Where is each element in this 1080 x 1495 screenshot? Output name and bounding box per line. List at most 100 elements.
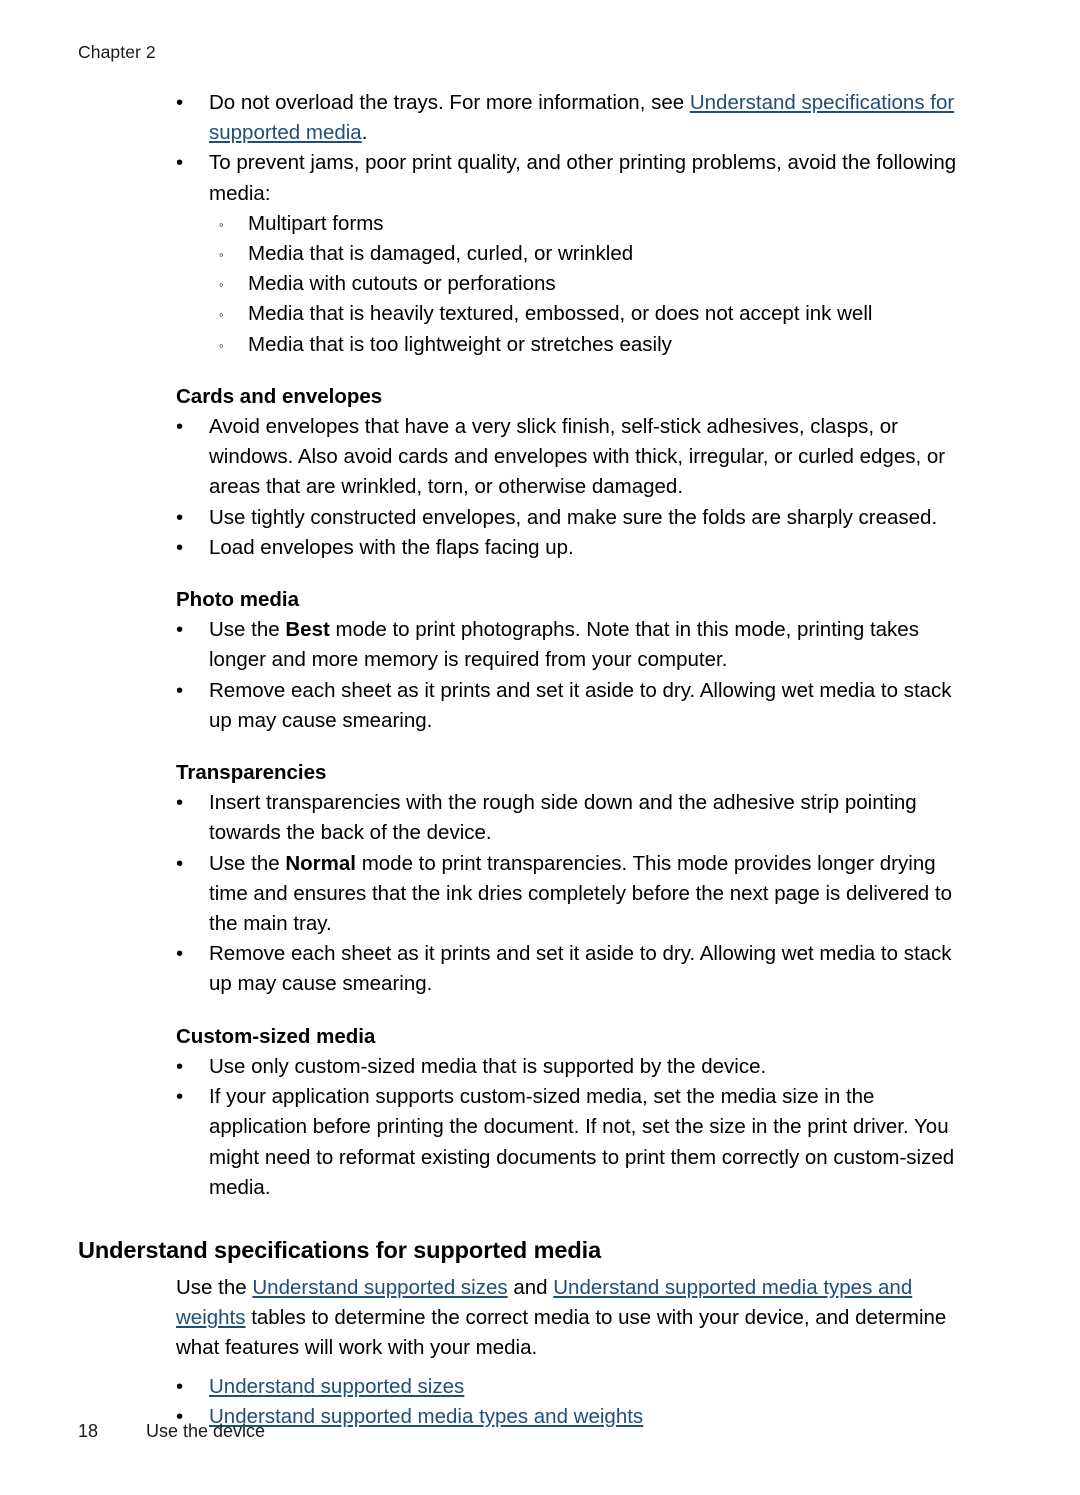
list-item-text: Use tightly constructed envelopes, and m… (209, 503, 978, 533)
footer-page-number: 18 (78, 1421, 99, 1441)
subsection-heading: Cards and envelopes (176, 384, 383, 408)
body-text: Use the (176, 1275, 253, 1299)
list-item-text: Load envelopes with the flaps facing up. (209, 533, 978, 563)
running-header-chapter: Chapter 2 (78, 42, 156, 62)
bullet-icon: • (176, 151, 184, 175)
sub-list-item: ◦ Media that is damaged, curled, or wrink… (209, 239, 978, 269)
emphasis-text: Normal (285, 851, 356, 875)
bullet-icon: • (176, 1374, 184, 1398)
sub-bullet-icon: ◦ (219, 307, 224, 323)
sub-list-item-text: Media that is damaged, curled, or wrinkl… (248, 242, 634, 266)
list-item-text: To prevent jams, poor print quality, and… (209, 148, 978, 208)
body-text: Avoid envelopes that have a very slick f… (209, 415, 946, 499)
list-item-text: Understand supported media types and wei… (209, 1402, 978, 1432)
intro-bullet-list: • Do not overload the trays. For more inf… (78, 88, 978, 360)
cross-reference-link[interactable]: Understand supported sizes (252, 1276, 507, 1299)
page-content: • Do not overload the trays. For more inf… (78, 88, 978, 1432)
main-section-paragraph: Use the Understand supported sizes and U… (78, 1273, 978, 1364)
body-text: Load envelopes with the flaps facing up. (209, 535, 574, 559)
list-item-text: Insert transparencies with the rough sid… (209, 788, 978, 848)
sub-list-item: ◦ Media with cutouts or perforations (209, 269, 978, 299)
bullet-icon: • (176, 851, 184, 875)
cross-reference-link[interactable]: Understand supported media types and wei… (209, 1405, 643, 1428)
subsection-heading: Custom-sized media (176, 1024, 376, 1048)
bullet-icon: • (176, 1054, 184, 1078)
bullet-icon: • (176, 505, 184, 529)
list-item: • Remove each sheet as it prints and set … (78, 939, 978, 999)
list-item: • Insert transparencies with the rough si… (78, 788, 978, 848)
bullet-icon: • (176, 942, 184, 966)
body-text: Remove each sheet as it prints and set i… (209, 942, 952, 996)
sub-list-item-text: Media that is heavily textured, embossed… (248, 302, 873, 326)
list-item: • Load envelopes with the flaps facing up… (78, 533, 978, 563)
sub-list-item: ◦ Media that is too lightweight or stretc… (209, 330, 978, 360)
emphasis-text: Best (285, 618, 330, 642)
sub-list-item-text: Media with cutouts or perforations (248, 272, 556, 296)
body-text: and (507, 1275, 554, 1299)
sub-bullet-icon: ◦ (219, 247, 224, 263)
cross-reference-link[interactable]: Understand supported sizes (209, 1375, 464, 1398)
list-item: • Do not overload the trays. For more inf… (78, 88, 978, 148)
list-item-text: Use the Best mode to print photographs. … (209, 615, 978, 675)
body-text: Use tightly constructed envelopes, and m… (209, 505, 938, 529)
sub-bullet-icon: ◦ (219, 277, 224, 293)
sub-list-item-text: Multipart forms (248, 211, 384, 235)
list-item-text: If your application supports custom-size… (209, 1082, 978, 1203)
list-item-text: Do not overload the trays. For more info… (209, 88, 978, 148)
list-item: • If your application supports custom-siz… (78, 1082, 978, 1203)
document-page: Chapter 2 • Do not overload the trays. Fo… (0, 0, 1080, 1495)
sub-list-item: ◦ Multipart forms (209, 209, 978, 239)
bullet-icon: • (176, 91, 184, 114)
body-text: Do not overload the trays. For more info… (209, 91, 690, 114)
sub-list-item: ◦ Media that is heavily textured, embosse… (209, 299, 978, 329)
bullet-icon: • (176, 618, 184, 642)
body-text: Use only custom-sized media that is supp… (209, 1054, 767, 1078)
list-item-text: Use only custom-sized media that is supp… (209, 1052, 978, 1082)
body-text: Use the (209, 851, 286, 875)
footer-section-title: Use the device (146, 1421, 266, 1441)
body-text: Use the (209, 618, 286, 642)
subsection-heading: Photo media (176, 588, 300, 612)
bullet-icon: • (176, 791, 184, 815)
subsection-bullet-list: • Avoid envelopes that have a very slick … (78, 412, 978, 563)
list-item: • Use tightly constructed envelopes, and … (78, 503, 978, 533)
list-item: • Remove each sheet as it prints and set … (78, 676, 978, 736)
sub-bullet-list: ◦ Multipart forms ◦ Media that is damaged, … (209, 209, 978, 360)
sub-list-item-text: Media that is too lightweight or stretch… (248, 332, 672, 356)
list-item: • Use the Normal mode to print transparen… (78, 849, 978, 940)
list-item-text: Understand supported sizes (209, 1372, 978, 1402)
section-heading-understand-specifications: Understand specifications for supported … (78, 1236, 602, 1263)
list-item: • Use only custom-sized media that is sup… (78, 1052, 978, 1082)
subsection-bullet-list: • Use the Best mode to print photographs.… (78, 615, 978, 736)
body-text: tables to determine the correct media to… (176, 1306, 947, 1360)
media-sections: Cards and envelopes • Avoid envelopes that… (78, 360, 978, 1203)
list-item: • Use the Best mode to print photographs.… (78, 615, 978, 675)
list-item-text: Remove each sheet as it prints and set i… (209, 676, 978, 736)
subsection-heading: Transparencies (176, 761, 327, 785)
list-item: • Understand supported sizes (78, 1372, 978, 1402)
list-item: • To prevent jams, poor print quality, an… (78, 148, 978, 359)
sub-bullet-icon: ◦ (219, 216, 224, 232)
list-item-text: Use the Normal mode to print transparenc… (209, 849, 978, 940)
subsection-bullet-list: • Insert transparencies with the rough si… (78, 788, 978, 999)
bullet-icon: • (176, 1085, 184, 1109)
subsection-bullet-list: • Use only custom-sized media that is sup… (78, 1052, 978, 1203)
bullet-icon: • (176, 415, 184, 439)
page-footer: 18 Use the device (78, 1420, 265, 1442)
body-text: . (361, 121, 368, 145)
bullet-icon: • (176, 678, 184, 702)
list-item-text: Remove each sheet as it prints and set i… (209, 939, 978, 999)
body-text: Insert transparencies with the rough sid… (209, 791, 917, 845)
body-text: To prevent jams, poor print quality, and… (209, 151, 957, 205)
sub-bullet-icon: ◦ (219, 337, 224, 353)
list-item: • Avoid envelopes that have a very slick … (78, 412, 978, 503)
body-text: Remove each sheet as it prints and set i… (209, 678, 952, 732)
bullet-icon: • (176, 535, 184, 559)
